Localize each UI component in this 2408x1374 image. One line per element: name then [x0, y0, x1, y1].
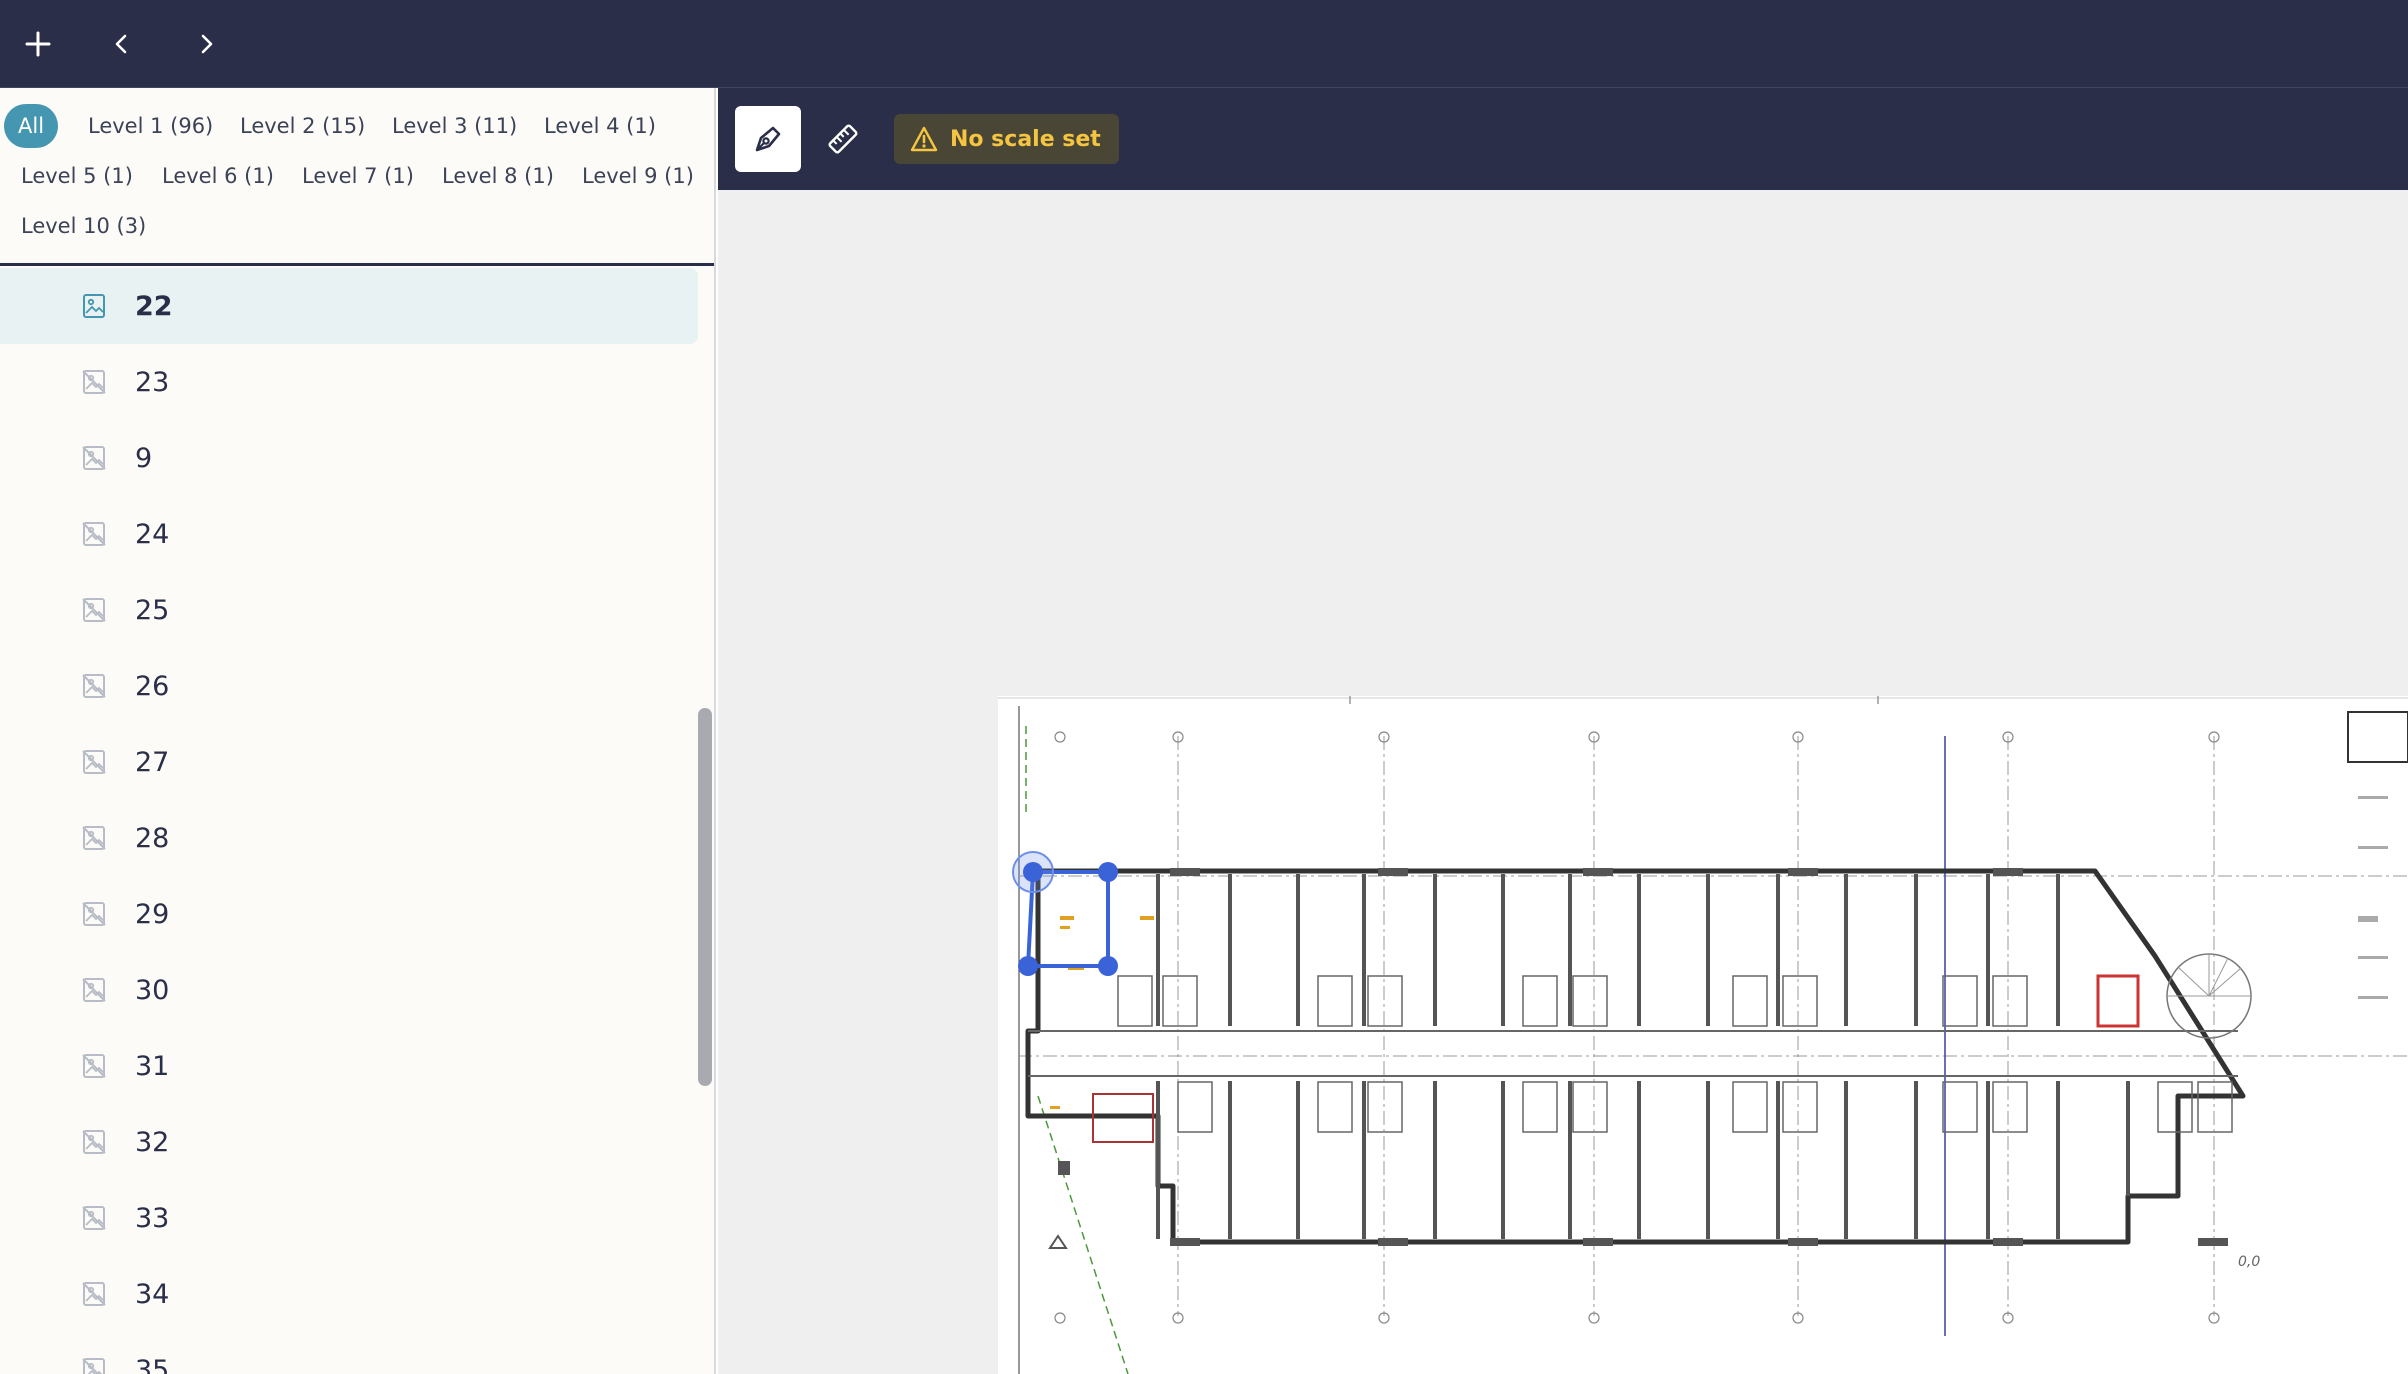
- floor-plan-drawing: 0,0: [998, 696, 2408, 1374]
- sheet-image-off-icon: [82, 446, 106, 470]
- sheet-image-off-icon: [82, 902, 106, 926]
- filter-chip-level-5[interactable]: Level 5 (1): [3, 154, 151, 198]
- drawing-canvas[interactable]: 0,0: [718, 190, 2408, 1374]
- sheet-image-off-icon: [82, 978, 106, 1002]
- previous-button[interactable]: [94, 16, 150, 72]
- sheet-number: 33: [135, 1202, 170, 1234]
- sheet-number: 28: [135, 822, 170, 854]
- sheet-list-item[interactable]: 34: [0, 1256, 698, 1332]
- sheet-image-off-icon: [82, 1206, 106, 1230]
- filter-chip-level-2[interactable]: Level 2 (15): [222, 104, 383, 148]
- origin-label: 0,0: [2238, 1254, 2260, 1270]
- sheet-number: 32: [135, 1126, 170, 1158]
- sheet-number: 31: [135, 1050, 170, 1082]
- filter-chip-all[interactable]: All: [4, 104, 59, 148]
- sheet-number: 27: [135, 746, 170, 778]
- sheet-number: 34: [135, 1278, 170, 1310]
- filter-chip-level-3[interactable]: Level 3 (11): [374, 104, 535, 148]
- sheet-number: 23: [135, 366, 170, 398]
- sheet-number: 25: [135, 594, 170, 626]
- filter-chip-level-9[interactable]: Level 9 (1): [564, 154, 712, 198]
- scale-warning-label: No scale set: [950, 126, 1101, 152]
- pen-tool-icon: [755, 126, 781, 152]
- sheet-list-item[interactable]: 25: [0, 572, 698, 648]
- filter-chip-level-6[interactable]: Level 6 (1): [144, 154, 292, 198]
- next-button[interactable]: [178, 16, 234, 72]
- level-filter-bar: All Level 1 (96) Level 2 (15) Level 3 (1…: [0, 88, 714, 266]
- plus-icon: [25, 31, 51, 57]
- filter-chip-level-1[interactable]: Level 1 (96): [70, 104, 231, 148]
- sheet-list-item[interactable]: 23: [0, 344, 698, 420]
- measure-tool-button[interactable]: [810, 106, 876, 172]
- filter-chip-level-10[interactable]: Level 10 (3): [3, 204, 164, 248]
- floor-plan-sheet[interactable]: 0,0: [998, 696, 2408, 1374]
- chevron-left-icon: [115, 34, 127, 54]
- sheet-image-off-icon: [82, 674, 106, 698]
- scale-warning-badge[interactable]: No scale set: [894, 114, 1119, 164]
- filter-chip-level-4[interactable]: Level 4 (1): [526, 104, 674, 148]
- sheet-list-item[interactable]: 24: [0, 496, 698, 572]
- sheet-list-item[interactable]: 30: [0, 952, 698, 1028]
- selection-handle: [1098, 862, 1118, 882]
- selection-handle: [1018, 956, 1038, 976]
- sheet-list-item[interactable]: 29: [0, 876, 698, 952]
- drawing-toolbar: No scale set: [718, 88, 2408, 190]
- sheet-image-off-icon: [82, 522, 106, 546]
- sheet-list-item[interactable]: 28: [0, 800, 698, 876]
- sheet-list-item[interactable]: 31: [0, 1028, 698, 1104]
- sheet-image-off-icon: [82, 598, 106, 622]
- sheet-image-off-icon: [82, 1054, 106, 1078]
- sheet-number: 29: [135, 898, 170, 930]
- sheet-list-item[interactable]: 26: [0, 648, 698, 724]
- sheet-list-item[interactable]: 35: [0, 1332, 698, 1374]
- sheet-image-off-icon: [82, 826, 106, 850]
- pen-tool-button[interactable]: [735, 106, 801, 172]
- filter-chip-level-7[interactable]: Level 7 (1): [284, 154, 432, 198]
- sheet-number: 35: [135, 1354, 170, 1374]
- sheet-number: 24: [135, 518, 170, 550]
- ruler-icon: [828, 124, 858, 154]
- scrollbar-thumb[interactable]: [698, 708, 712, 1086]
- sheet-image-off-icon: [82, 750, 106, 774]
- sheet-list: 22 23 9 24 25 26 27 28 29 30 31 32 33 34 35: [0, 268, 700, 1374]
- sheet-number: 22: [135, 290, 173, 322]
- sheet-panel: All Level 1 (96) Level 2 (15) Level 3 (1…: [0, 88, 716, 1374]
- sheet-number: 30: [135, 974, 170, 1006]
- warning-icon: [910, 126, 938, 152]
- sheet-image-icon: [83, 294, 105, 318]
- filter-chip-level-8[interactable]: Level 8 (1): [424, 154, 572, 198]
- selection-handle: [1023, 862, 1043, 882]
- sheet-list-item[interactable]: 27: [0, 724, 698, 800]
- top-bar: [0, 0, 2408, 88]
- selection-handle: [1098, 956, 1118, 976]
- sheet-image-off-icon: [82, 1358, 105, 1374]
- sheet-image-off-icon: [82, 1282, 106, 1306]
- sheet-list-item[interactable]: 22: [0, 268, 698, 344]
- sheet-list-item[interactable]: 33: [0, 1180, 698, 1256]
- sheet-number: 26: [135, 670, 170, 702]
- add-button[interactable]: [10, 16, 66, 72]
- sheet-number: 9: [135, 442, 153, 474]
- sheet-list-item[interactable]: 32: [0, 1104, 698, 1180]
- sheet-image-off-icon: [82, 370, 106, 394]
- chevron-right-icon: [201, 34, 213, 54]
- sheet-image-off-icon: [82, 1130, 106, 1154]
- sheet-list-item[interactable]: 9: [0, 420, 698, 496]
